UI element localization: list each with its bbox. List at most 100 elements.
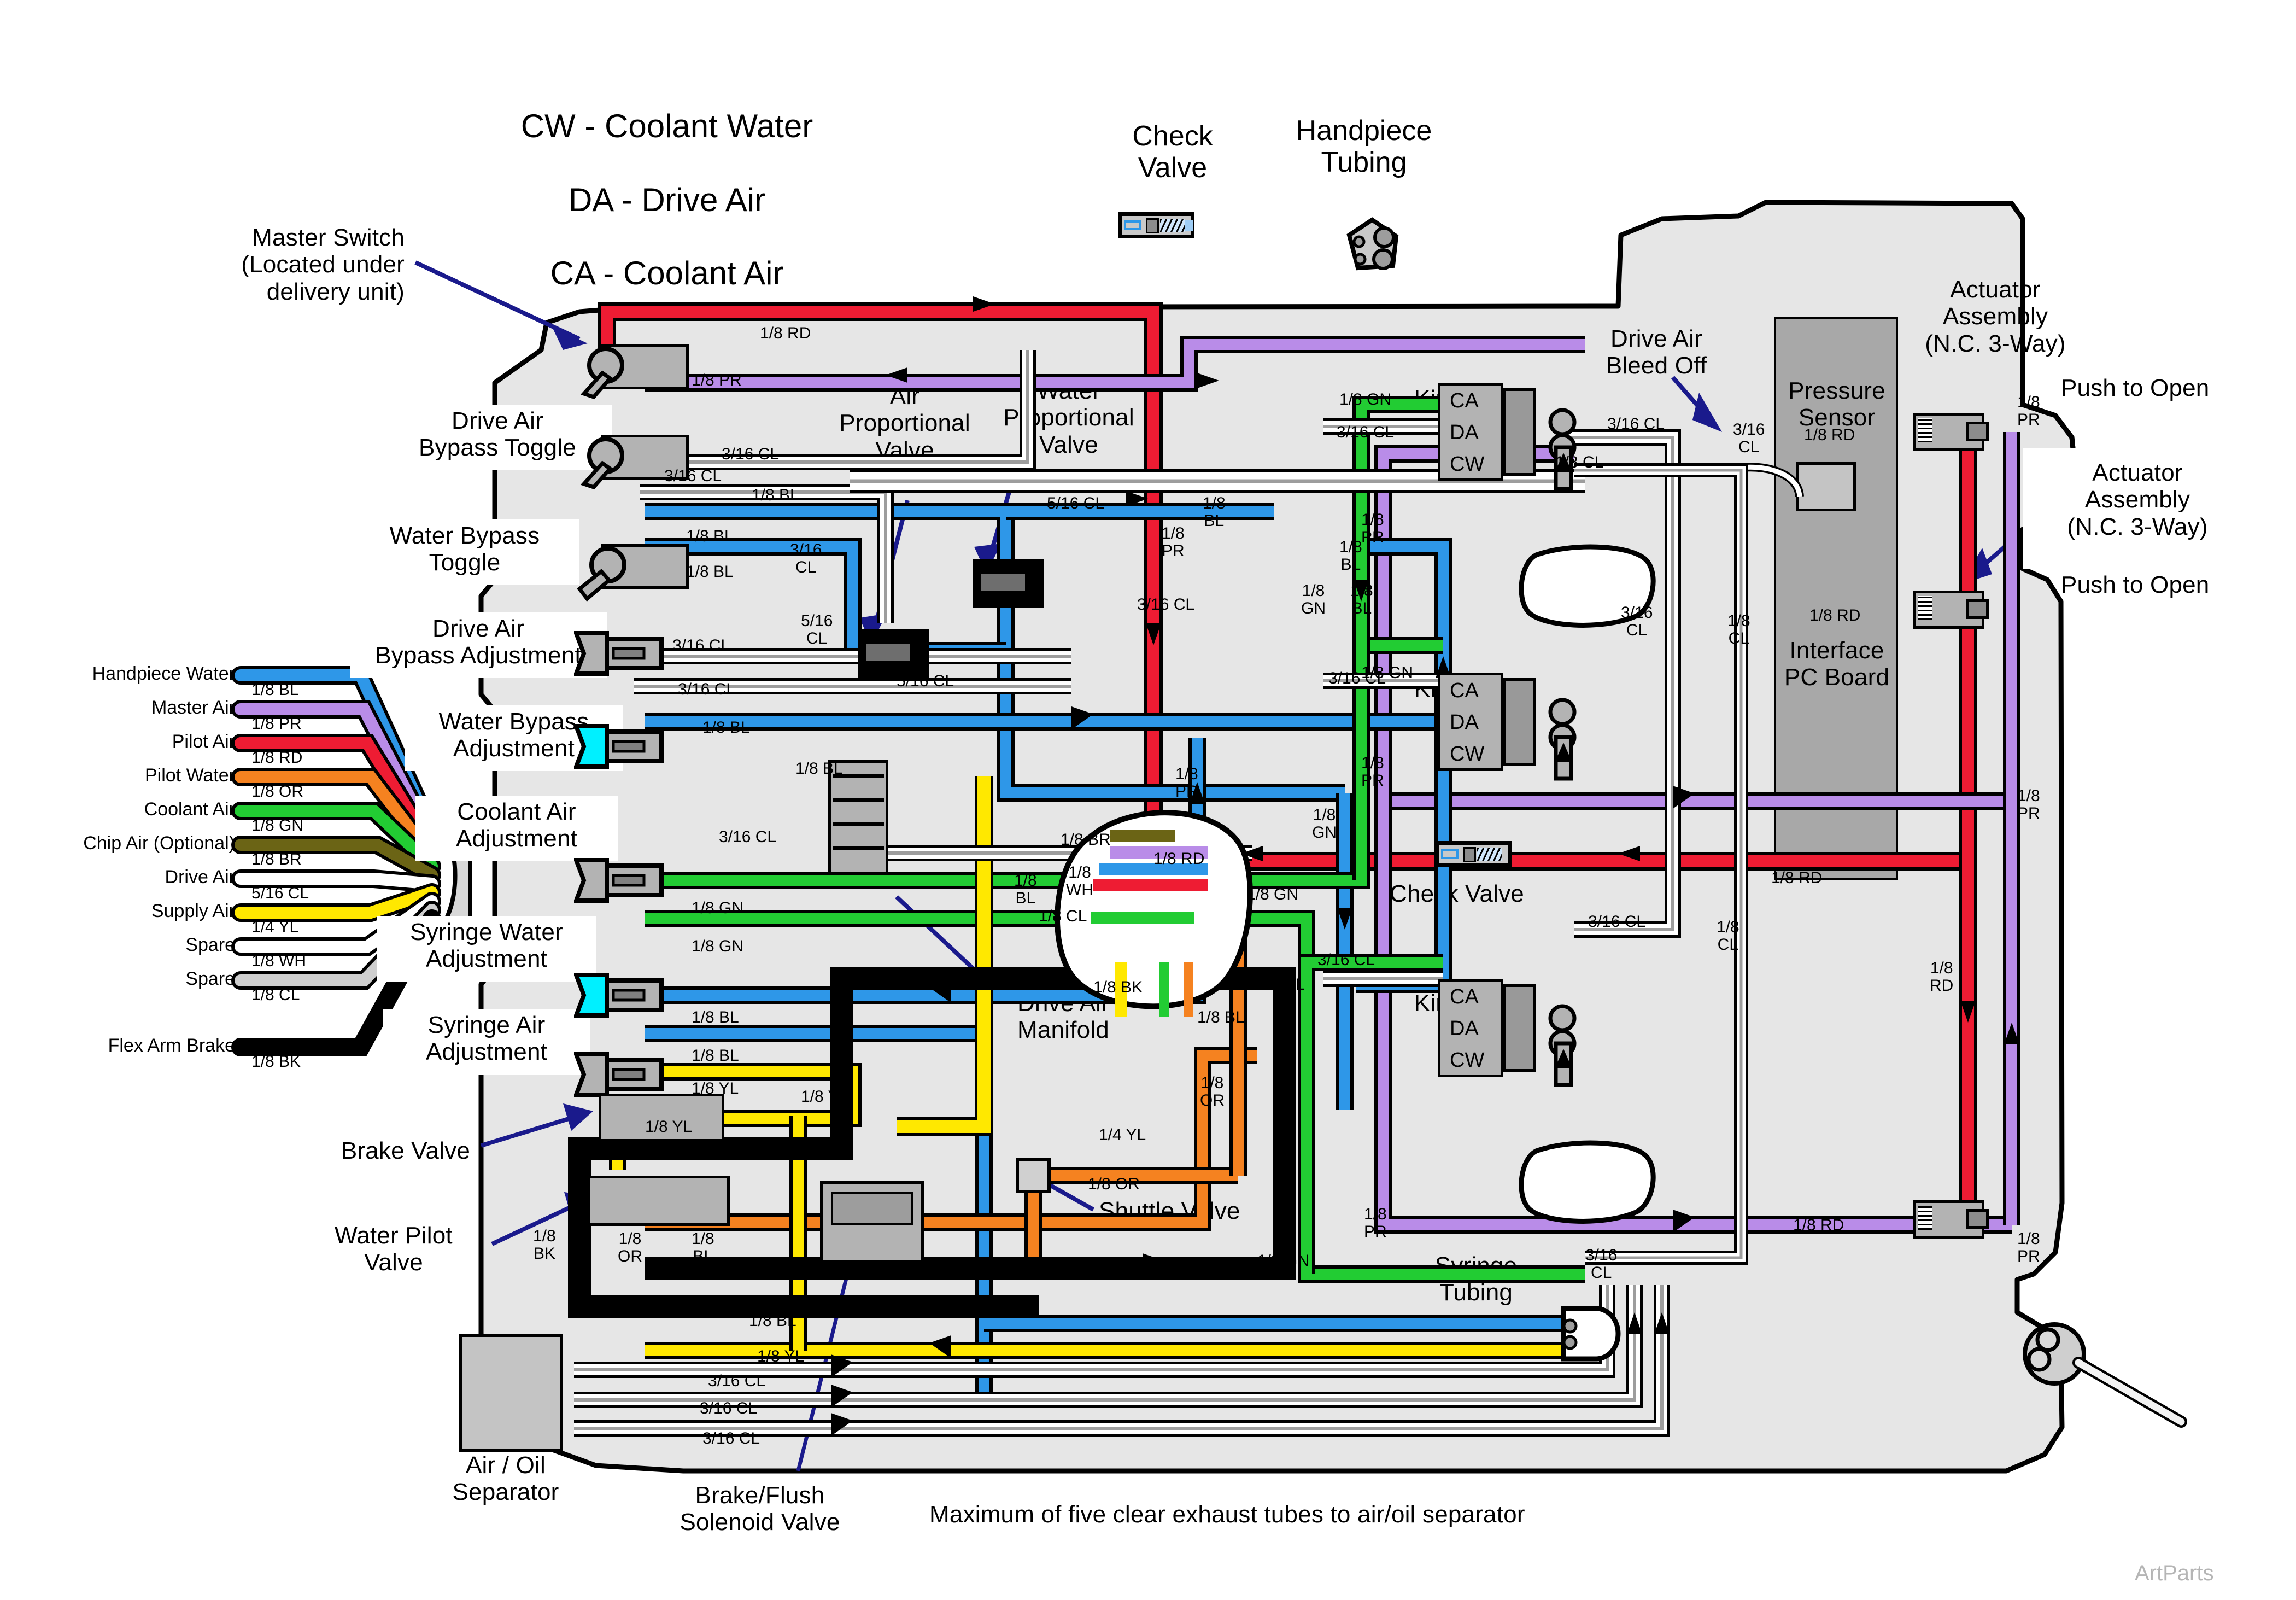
tube-gauge-tag: 1/8 CL [1555, 453, 1604, 471]
tube-gauge-tag: 3/16 CL [700, 1399, 758, 1417]
tube-gauge-tag: 1/8 YL [801, 1088, 848, 1106]
bundle-tube-name: Coolant Air [144, 799, 235, 820]
tube-gauge-tag: 1/8 YL [757, 1347, 805, 1365]
tube-gauge-tag: 1/8 GN [1301, 582, 1326, 617]
bundle-tube-name: Spare [185, 935, 235, 955]
brake-flush-solenoid-coil [831, 1192, 913, 1225]
water-pilot-valve-body[interactable] [588, 1176, 730, 1226]
tube-gauge-tag: 3/16 CL [1621, 604, 1653, 639]
air-proportional-valve-body[interactable] [858, 629, 929, 678]
footnote-text: Maximum of five clear exhaust tubes to a… [929, 1501, 1525, 1528]
bundle-tube-gauge: 1/4 YL [251, 918, 299, 936]
kink-valve-2-port-ca: CA [1450, 679, 1479, 702]
tube-gauge-tag: 3/16 CL [1137, 595, 1195, 614]
callout-drive-air-bleed-off: Drive Air Bleed Off [1606, 325, 1707, 379]
manifold-stub-br [1110, 830, 1175, 842]
callout-syringe-water-adjustment: Syringe Water Adjustment [410, 919, 563, 973]
tube-gauge-tag: 3/16 CL [1317, 951, 1375, 969]
tube-gauge-tag: 3/16 CL [790, 541, 822, 576]
callout-air-oil-separator: Air / Oil Separator [452, 1452, 559, 1506]
callout-water-pilot-valve: Water Pilot Valve [335, 1222, 453, 1276]
bundle-tube-name: Master Air [151, 697, 235, 718]
tube-gauge-tag: 3/16 CL [672, 637, 730, 655]
label-pressure-sensor: Pressure Sensor [1788, 377, 1885, 431]
water-bypass-adjustment-valve[interactable] [573, 722, 694, 774]
tube-gauge-tag: 1/8 RD [760, 324, 811, 342]
tube-gauge-tag: 1/8 YL [692, 1079, 739, 1097]
air-oil-separator-body [459, 1334, 563, 1452]
tube-gauge-tag: 1/8 BL [1350, 582, 1373, 617]
tube-gauge-tag: 3/16 CL [702, 1429, 760, 1447]
tube-gauge-tag: 3/16 CL [1733, 421, 1765, 456]
label-interface-pc-board: Interface PC Board [1784, 637, 1890, 691]
tube-gauge-tag: 1/8 BL [752, 486, 799, 504]
diagram-canvas: CW - Coolant Water DA - Drive Air CA - C… [0, 0, 2296, 1600]
legend-line-cw: CW - Coolant Water [520, 108, 813, 145]
tube-gauge-tag: 1/8 PR [1361, 754, 1384, 790]
kink-valve-1-port-ca: CA [1450, 389, 1479, 412]
tube-gauge-tag: 1/8 GN [1312, 806, 1337, 842]
bundle-tube-name: Supply Air [151, 901, 235, 921]
callout-coolant-air-adjustment: Coolant Air Adjustment [455, 798, 578, 852]
bundle-tube-name: Drive Air [165, 867, 235, 887]
tube-gauge-tag: 3/16 CL [719, 828, 777, 846]
bundle-tube-gauge: 1/8 RD [251, 749, 303, 767]
label-push-to-open-1: Push to Open [2061, 375, 2210, 401]
bundle-tube-gauge: 1/8 OR [251, 783, 304, 801]
tube-gauge-tag: 1/8 YL [645, 1118, 693, 1136]
tube-gauge-tag: 1/8 PR [1162, 524, 1185, 560]
tube-gauge-tag: 1/8 RD [1793, 1216, 1844, 1234]
legend-block: CW - Coolant Water DA - Drive Air CA - C… [481, 71, 853, 328]
tube-gauge-tag: 1/8 BL [686, 563, 734, 581]
tube-gauge-tag: 1/8 BK [1093, 978, 1143, 996]
tube-gauge-tag: 1/8 WH [1066, 863, 1093, 899]
legend-line-da: DA - Drive Air [568, 181, 766, 218]
handpiece-holder [2023, 1322, 2187, 1428]
tube-gauge-tag: 1/8 PR [1364, 1205, 1387, 1241]
tube-gauge-tag: 3/16 CL [664, 467, 722, 485]
water-proportional-valve-body[interactable] [973, 559, 1044, 608]
tube-gauge-tag: 3/16 CL [1588, 913, 1646, 931]
shuttle-valve-body[interactable] [1016, 1158, 1051, 1193]
bundle-tube-gauge: 5/16 CL [251, 884, 309, 902]
tube-gauge-tag: 3/16 CL [722, 445, 780, 463]
callout-check-valve-mid: Check Valve [1390, 880, 1524, 907]
tube-gauge-tag: 1/8 GN [1257, 1252, 1310, 1270]
tube-gauge-tag: 1/8 CL [1039, 907, 1087, 925]
tube-gauge-tag: 1/8 RD [1804, 426, 1855, 444]
label-push-to-open-2: Push to Open [2061, 571, 2210, 598]
tube-gauge-tag: 1/8 RD [1930, 959, 1954, 995]
tube-gauge-tag: 5/16 CL [1047, 494, 1105, 512]
bundle-tube-name: Chip Air (Optional) [83, 833, 235, 854]
tube-gauge-tag: 1/8 BL [795, 760, 843, 778]
tube-gauge-tag: 1/8 OR [618, 1230, 642, 1265]
callout-master-switch: Master Switch (Located under delivery un… [241, 224, 405, 305]
tube-gauge-tag: 1/8 BL [1257, 976, 1305, 994]
bundle-tube-name: Spare [185, 968, 235, 989]
kink-valve-1-port-da: DA [1450, 421, 1479, 444]
syringe-water-adjustment-valve[interactable] [573, 971, 694, 1023]
bundle-tube-name: Pilot Air [172, 731, 235, 752]
check-valve-inline [1435, 841, 1512, 867]
bundle-tube-gauge: 1/8 BL [251, 681, 299, 699]
tube-gauge-tag: 1/8 BR [1061, 831, 1111, 849]
callout-drive-air-bypass-toggle: Drive Air Bypass Toggle [419, 407, 576, 462]
tube-gauge-tag: 1/4 YL [1099, 1126, 1146, 1144]
tube-gauge-tag: 1/8 BL [1197, 1008, 1245, 1026]
tube-gauge-tag: 3/16 CL [1328, 669, 1386, 687]
bundle-tube-name: Flex Arm Brake [108, 1035, 235, 1056]
tube-gauge-tag: 1/8 PR [2017, 1230, 2040, 1265]
bundle-tube-name: Pilot Water [144, 765, 235, 786]
tube-gauge-tag: 1/8 RD [1153, 850, 1205, 868]
syringe-tubing-end [1561, 1306, 1621, 1362]
tube-gauge-tag: 5/16 CL [801, 612, 833, 647]
coolant-air-adjustment-valve[interactable] [573, 856, 694, 908]
tube-gauge-tag: 3/16 CL [1337, 423, 1395, 441]
tube-gauge-tag: 1/8 CL [1717, 918, 1739, 954]
tube-gauge-tag: 1/8 BL [702, 719, 750, 737]
callout-water-proportional-valve: Water Proportional Valve [1003, 377, 1134, 458]
tube-gauge-tag: 3/16 CL [708, 1372, 766, 1390]
tube-gauge-tag: 1/8 PR [692, 371, 742, 389]
callout-syringe-tubing: Syringe Tubing [1434, 1252, 1518, 1306]
tube-gauge-tag: 3/16 CL [1607, 415, 1665, 433]
